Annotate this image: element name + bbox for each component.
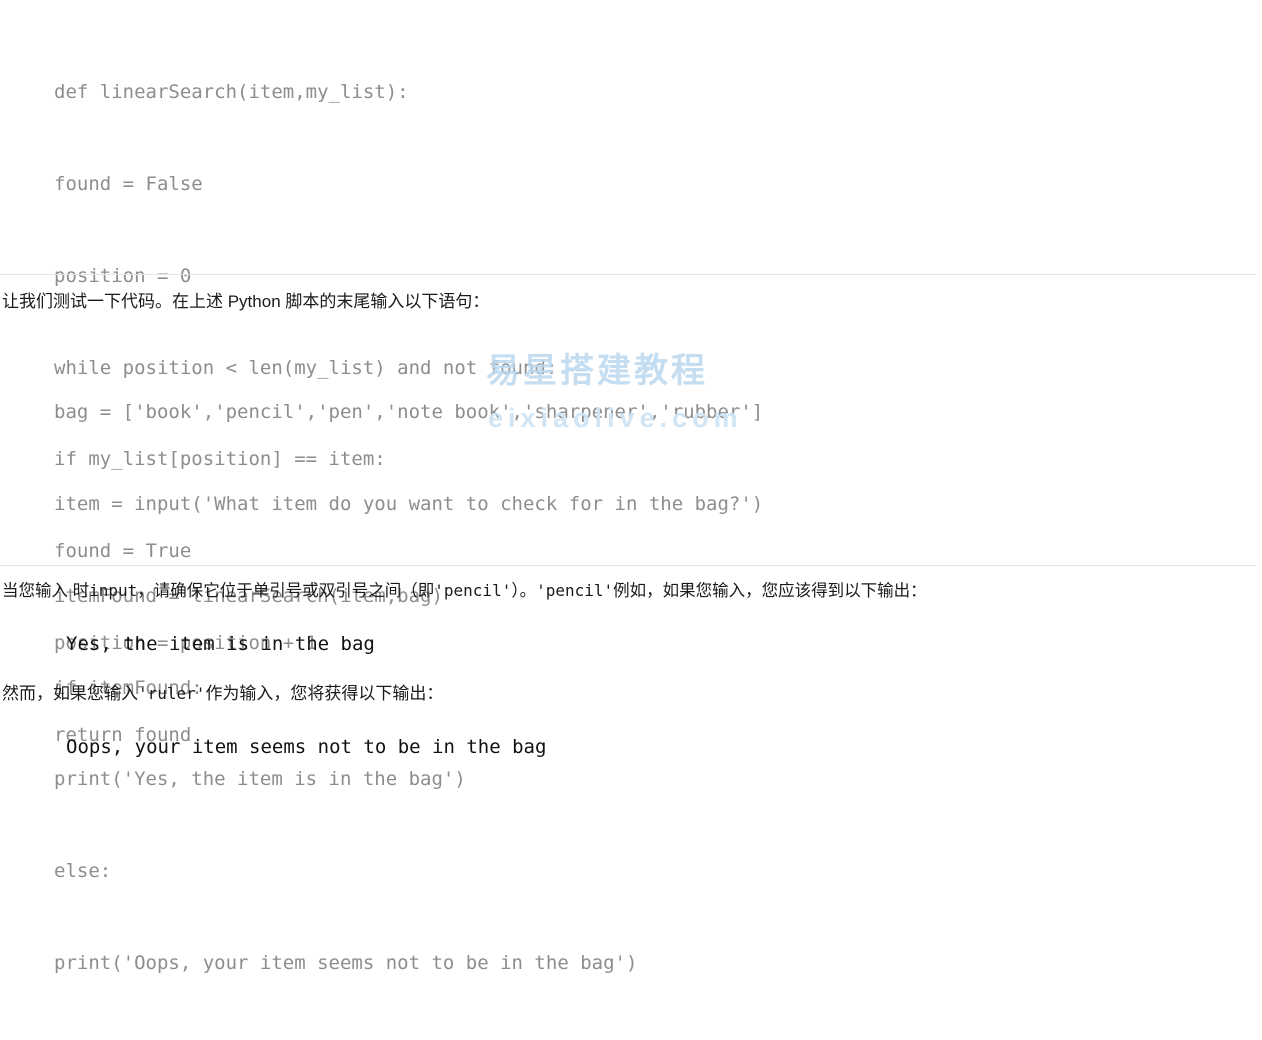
section-divider	[0, 565, 1256, 566]
code-line: item = input('What item do you want to c…	[54, 492, 764, 515]
code-line: position = 0	[54, 264, 192, 287]
paragraph-text-segment: ，请确保它位于单引号或双引号之间（即	[137, 582, 435, 600]
inline-code-pencil: 'pencil'	[434, 581, 512, 600]
paragraph-text-segment: 当您输入 时	[2, 582, 90, 600]
paragraph-text-segment: ）。	[511, 582, 537, 600]
paragraph-test-instruction: 让我们测试一下代码。在上述 Python 脚本的末尾输入以下语句：	[2, 292, 490, 311]
inline-code-input: input	[89, 581, 138, 600]
section-divider	[0, 274, 1256, 275]
document-page: def linearSearch(item,my_list): found = …	[0, 0, 1262, 974]
code-line: bag = ['book','pencil','pen','note book'…	[54, 401, 764, 424]
code-line: def linearSearch(item,my_list):	[54, 81, 409, 104]
code-line: found = False	[54, 172, 203, 195]
inline-code-pencil: 'pencil'	[536, 581, 614, 600]
paragraph-text-segment: 作为输入，您将获得以下输出：	[205, 684, 444, 703]
paragraph-input-quoting: 当您输入 时input，请确保它位于单引号或双引号之间（即'pencil'）。'…	[2, 578, 927, 604]
inline-code-ruler: 'ruler'	[138, 684, 206, 703]
code-line: else:	[54, 860, 112, 883]
paragraph-ruler-case: 然而，如果您输入'ruler'作为输入，您将获得以下输出：	[2, 681, 443, 707]
code-line: print('Oops, your item seems not to be i…	[54, 951, 638, 974]
output-not-found-message: Oops, your item seems not to be in the b…	[66, 736, 547, 758]
output-found-message: Yes, the item is in the bag	[66, 633, 375, 655]
paragraph-text-segment: 然而，如果您输入	[2, 684, 138, 703]
paragraph-text-segment: 例如，如果您输入，您应该得到以下输出：	[613, 582, 927, 600]
code-line: print('Yes, the item is in the bag')	[54, 768, 466, 791]
